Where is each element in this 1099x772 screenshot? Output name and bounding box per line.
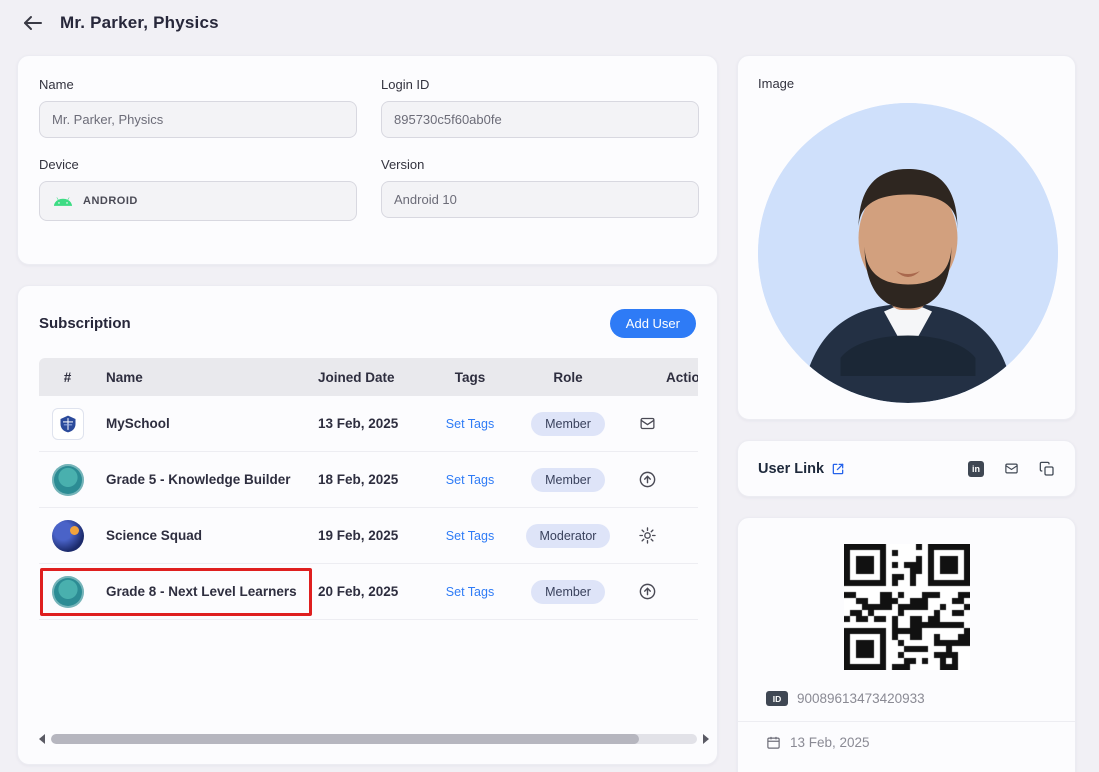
qr-code: [844, 544, 970, 670]
arrow-left-icon: [21, 11, 45, 35]
user-link[interactable]: User Link: [758, 461, 845, 477]
copy-icon[interactable]: [1039, 461, 1055, 477]
school-logo-icon: [52, 408, 84, 440]
row-joined-date: 19 Feb, 2025: [318, 528, 428, 543]
user-link-label: User Link: [758, 461, 824, 477]
scrollbar-track[interactable]: [51, 734, 697, 744]
qr-card: ID 90089613473420933 13 Feb, 2025: [737, 517, 1076, 772]
set-tags-link[interactable]: Set Tags: [446, 585, 494, 599]
joined-date-row: 13 Feb, 2025: [738, 721, 1075, 750]
set-tags-link[interactable]: Set Tags: [446, 417, 494, 431]
role-badge: Member: [531, 468, 605, 492]
role-badge: Member: [531, 412, 605, 436]
upload-icon[interactable]: [638, 582, 657, 601]
version-label: Version: [381, 157, 699, 172]
image-card: Image: [737, 55, 1076, 420]
row-name: Science Squad: [96, 528, 318, 543]
column-header-role: Role: [512, 370, 624, 385]
table-row[interactable]: MySchool 13 Feb, 2025 Set Tags Member: [39, 396, 698, 452]
profile-card: Name Login ID Device ANDROID Version: [17, 55, 718, 265]
column-header-joined-date: Joined Date: [318, 370, 428, 385]
page-header: Mr. Parker, Physics: [20, 10, 219, 36]
login-id-field[interactable]: [381, 101, 699, 138]
scrollbar-thumb[interactable]: [51, 734, 639, 744]
column-header-actions: Actions: [624, 370, 698, 385]
horizontal-scrollbar[interactable]: [39, 732, 709, 746]
row-name: MySchool: [96, 416, 318, 431]
row-avatar: [52, 464, 84, 496]
row-avatar-cell: [39, 576, 96, 608]
row-avatar-cell: [39, 408, 96, 440]
row-joined-date: 20 Feb, 2025: [318, 584, 428, 599]
row-avatar: [52, 576, 84, 608]
page-title: Mr. Parker, Physics: [60, 13, 219, 33]
row-avatar: [52, 408, 84, 440]
upload-icon[interactable]: [638, 470, 657, 489]
subscription-rows: MySchool 13 Feb, 2025 Set Tags Member Gr…: [39, 396, 698, 620]
subscription-card: Subscription Add User # Name Joined Date…: [17, 285, 718, 765]
name-field[interactable]: [39, 101, 357, 138]
qr-code-box: [844, 544, 970, 670]
subscription-table: # Name Joined Date Tags Role Actions MyS…: [39, 358, 698, 620]
device-label: Device: [39, 157, 357, 172]
user-id-value: 90089613473420933: [797, 691, 925, 706]
user-id-row: ID 90089613473420933: [738, 691, 1075, 706]
column-header-tags: Tags: [428, 370, 512, 385]
version-field[interactable]: [381, 181, 699, 218]
page: Mr. Parker, Physics Name Login ID Device…: [0, 0, 1099, 772]
user-avatar: [758, 103, 1058, 403]
table-row[interactable]: Grade 8 - Next Level Learners 20 Feb, 20…: [39, 564, 698, 620]
grade-group-icon: [52, 576, 84, 608]
message-icon[interactable]: [638, 415, 657, 432]
id-badge-icon: ID: [766, 691, 788, 706]
login-id-label: Login ID: [381, 77, 699, 92]
row-avatar-cell: [39, 520, 96, 552]
column-header-name: Name: [96, 370, 318, 385]
set-tags-link[interactable]: Set Tags: [446, 473, 494, 487]
user-link-card: User Link in: [737, 440, 1076, 497]
table-row[interactable]: Grade 5 - Knowledge Builder 18 Feb, 2025…: [39, 452, 698, 508]
image-label: Image: [758, 76, 1055, 91]
device-value: ANDROID: [83, 195, 138, 207]
settings-icon[interactable]: [638, 526, 657, 545]
grade-group-icon: [52, 464, 84, 496]
role-badge: Moderator: [526, 524, 611, 548]
row-joined-date: 13 Feb, 2025: [318, 416, 428, 431]
device-field: ANDROID: [39, 181, 357, 221]
joined-date-value: 13 Feb, 2025: [790, 735, 870, 750]
external-link-icon: [831, 462, 845, 476]
scroll-left-icon[interactable]: [39, 734, 45, 744]
row-name: Grade 5 - Knowledge Builder: [96, 472, 318, 487]
back-button[interactable]: [20, 10, 46, 36]
set-tags-link[interactable]: Set Tags: [446, 529, 494, 543]
name-label: Name: [39, 77, 357, 92]
row-avatar-cell: [39, 464, 96, 496]
row-joined-date: 18 Feb, 2025: [318, 472, 428, 487]
row-avatar: [52, 520, 84, 552]
scroll-right-icon[interactable]: [703, 734, 709, 744]
role-badge: Member: [531, 580, 605, 604]
science-group-icon: [52, 520, 84, 552]
add-user-button[interactable]: Add User: [610, 309, 696, 338]
table-row[interactable]: Science Squad 19 Feb, 2025 Set Tags Mode…: [39, 508, 698, 564]
subscription-title: Subscription: [39, 315, 131, 332]
row-name: Grade 8 - Next Level Learners: [96, 584, 318, 599]
email-icon[interactable]: [1003, 461, 1020, 476]
linkedin-icon[interactable]: in: [968, 461, 984, 477]
table-header: # Name Joined Date Tags Role Actions: [39, 358, 698, 396]
android-icon: [52, 194, 74, 208]
column-header-index: #: [39, 370, 96, 385]
calendar-icon: [766, 735, 781, 750]
